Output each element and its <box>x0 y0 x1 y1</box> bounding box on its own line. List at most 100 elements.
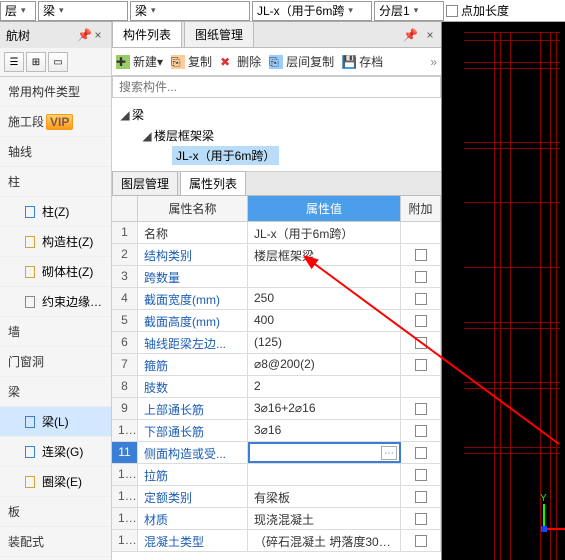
tree-leaf-selected[interactable]: JL-x（用于6m跨） <box>172 146 279 165</box>
save-button[interactable]: 💾存档 <box>342 53 383 70</box>
extra-checkbox[interactable] <box>415 469 427 481</box>
property-row[interactable]: 11侧面构造或受...⋯ <box>112 442 441 464</box>
extra-checkbox[interactable] <box>415 403 427 415</box>
property-row[interactable]: 10下部通长筋3⌀16 <box>112 420 441 442</box>
dropdown-sublayer[interactable]: 分层1▾ <box>374 1 444 21</box>
property-value[interactable]: 现浇混凝土 <box>248 508 401 529</box>
nav-item[interactable]: 砌体柱(Z) <box>0 257 111 287</box>
layer-copy-button[interactable]: ⎘层间复制 <box>269 53 334 70</box>
ellipsis-button[interactable]: ⋯ <box>381 446 397 460</box>
extra-checkbox[interactable] <box>415 337 427 349</box>
nav-group[interactable]: 墙 <box>0 317 111 347</box>
nav-item[interactable]: 梁(L) <box>0 407 111 437</box>
property-row[interactable]: 7箍筋⌀8@200(2) <box>112 354 441 376</box>
extra-checkbox[interactable] <box>415 359 427 371</box>
tree-view-icon[interactable]: ⊞ <box>26 52 46 72</box>
tab-drawing-manage[interactable]: 图纸管理 <box>184 21 254 47</box>
detail-view-icon[interactable]: ▭ <box>48 52 68 72</box>
nav-item[interactable]: 约束边缘… <box>0 287 111 317</box>
property-row[interactable]: 8肢数2 <box>112 376 441 398</box>
property-row[interactable]: 2结构类别楼层框架梁 <box>112 244 441 266</box>
property-value[interactable]: 楼层框架梁 <box>248 244 401 265</box>
close-icon[interactable]: × <box>91 28 105 42</box>
nav-group[interactable]: 轴线 <box>0 137 111 167</box>
property-value[interactable]: 有梁板 <box>248 486 401 507</box>
property-grid: 属性名称 属性值 附加 1名称JL-x（用于6m跨）2结构类别楼层框架梁3跨数量… <box>112 196 441 560</box>
nav-group[interactable]: 板 <box>0 497 111 527</box>
delete-button[interactable]: ✖删除 <box>220 53 261 70</box>
tab-component-list[interactable]: 构件列表 <box>112 21 182 47</box>
property-value[interactable]: 250 <box>248 288 401 309</box>
nav-item[interactable]: 构造柱(Z) <box>0 227 111 257</box>
property-row[interactable]: 1名称JL-x（用于6m跨） <box>112 222 441 244</box>
nav-item[interactable]: 连梁(G) <box>0 437 111 467</box>
property-value[interactable]: 2 <box>248 376 401 397</box>
property-value[interactable] <box>248 464 401 485</box>
beam-blue2-icon <box>22 444 38 460</box>
extra-checkbox[interactable] <box>415 293 427 305</box>
extra-checkbox[interactable] <box>415 249 427 261</box>
dropdown-category2[interactable]: 梁▾ <box>130 1 250 21</box>
nav-group[interactable]: 门窗洞 <box>0 347 111 377</box>
nav-item[interactable]: 圈梁(E) <box>0 467 111 497</box>
pin-icon[interactable]: 📌 <box>403 28 417 42</box>
property-value[interactable]: （碎石混凝土 坍落度30-50 石子 <box>248 530 401 551</box>
property-row[interactable]: 5截面高度(mm)400 <box>112 310 441 332</box>
property-row[interactable]: 12拉筋 <box>112 464 441 486</box>
row-number: 3 <box>112 266 138 287</box>
property-value[interactable]: (125) <box>248 332 401 353</box>
property-row[interactable]: 3跨数量 <box>112 266 441 288</box>
dropdown-category1[interactable]: 梁▾ <box>38 1 128 21</box>
dropdown-layer[interactable]: 层▾ <box>0 1 36 21</box>
extra-checkbox[interactable] <box>415 513 427 525</box>
extra-checkbox[interactable] <box>415 491 427 503</box>
more-icon[interactable]: » <box>430 55 437 69</box>
property-value[interactable]: ⋯ <box>248 442 401 463</box>
property-value[interactable]: 3⌀16 <box>248 420 401 441</box>
extra-checkbox[interactable] <box>415 425 427 437</box>
tab-layer-manage[interactable]: 图层管理 <box>112 171 178 195</box>
extra-checkbox[interactable] <box>415 535 427 547</box>
extra-cell <box>401 288 441 309</box>
new-button[interactable]: ✚新建▾ <box>116 53 163 70</box>
top-dropdown-bar: 层▾ 梁▾ 梁▾ JL-x（用于6m跨▾ 分层1▾ 点加长度 <box>0 0 565 22</box>
nav-label: 常用构件类型 <box>8 83 80 100</box>
nav-group[interactable]: 梁 <box>0 377 111 407</box>
property-row[interactable]: 13定额类别有梁板 <box>112 486 441 508</box>
property-value[interactable]: ⌀8@200(2) <box>248 354 401 375</box>
nav-group[interactable]: 施工段VIP <box>0 107 111 137</box>
property-row[interactable]: 14材质现浇混凝土 <box>112 508 441 530</box>
drawing-canvas[interactable]: Y X <box>442 22 565 560</box>
component-toolbar: ✚新建▾ ⎘复制 ✖删除 ⎘层间复制 💾存档 » <box>112 48 441 76</box>
search-input[interactable] <box>112 76 441 98</box>
property-name: 定额类别 <box>138 486 248 507</box>
list-view-icon[interactable]: ☰ <box>4 52 24 72</box>
property-name: 名称 <box>138 222 248 243</box>
property-value[interactable] <box>248 266 401 287</box>
extra-checkbox[interactable] <box>415 447 427 459</box>
close-icon[interactable]: × <box>423 28 437 42</box>
property-value[interactable]: 3⌀16+2⌀16 <box>248 398 401 419</box>
property-value[interactable]: JL-x（用于6m跨） <box>248 222 401 243</box>
nav-group[interactable]: 装配式 <box>0 527 111 557</box>
property-row[interactable]: 15混凝土类型（碎石混凝土 坍落度30-50 石子 <box>112 530 441 552</box>
tab-property-list[interactable]: 属性列表 <box>180 171 246 195</box>
dropdown-component[interactable]: JL-x（用于6m跨▾ <box>252 1 372 21</box>
property-value[interactable]: 400 <box>248 310 401 331</box>
nav-group[interactable]: 常用构件类型 <box>0 77 111 107</box>
property-row[interactable]: 9上部通长筋3⌀16+2⌀16 <box>112 398 441 420</box>
property-row[interactable]: 4截面宽度(mm)250 <box>112 288 441 310</box>
tree-root[interactable]: ◢梁 <box>120 104 433 125</box>
header-value[interactable]: 属性值 <box>248 196 401 221</box>
pin-icon[interactable]: 📌 <box>77 28 91 42</box>
row-number: 1 <box>112 222 138 243</box>
extra-checkbox[interactable] <box>415 315 427 327</box>
extra-checkbox[interactable] <box>415 271 427 283</box>
tree-child[interactable]: ◢楼层框架梁 <box>120 125 433 146</box>
nav-group[interactable]: 柱 <box>0 167 111 197</box>
property-row[interactable]: 6轴线距梁左边...(125) <box>112 332 441 354</box>
nav-tree-panel: 航树 📌 × ☰ ⊞ ▭ 常用构件类型施工段VIP轴线柱柱(Z)构造柱(Z)砌体… <box>0 22 112 560</box>
nav-item[interactable]: 柱(Z) <box>0 197 111 227</box>
point-add-length-checkbox[interactable] <box>446 5 458 17</box>
copy-button[interactable]: ⎘复制 <box>171 53 212 70</box>
